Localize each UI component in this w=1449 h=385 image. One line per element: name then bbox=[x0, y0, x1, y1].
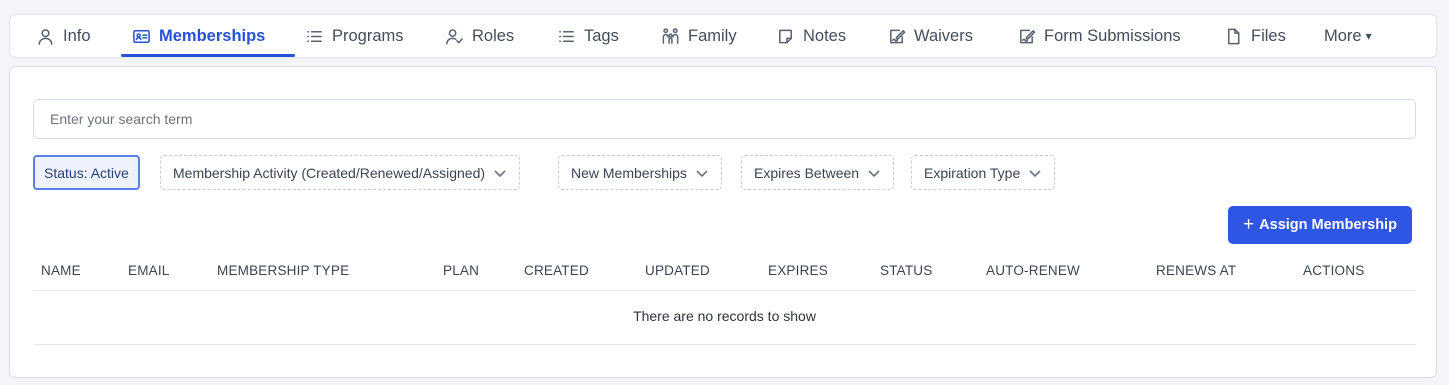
column-header-actions: ACTIONS bbox=[1303, 263, 1365, 278]
chevron-down-icon bbox=[494, 169, 506, 177]
table-bottom-divider bbox=[33, 344, 1416, 345]
tab-waivers[interactable]: Waivers bbox=[886, 15, 973, 57]
filter-label: Expiration Type bbox=[924, 164, 1021, 181]
tab-tags[interactable]: Tags bbox=[556, 15, 619, 57]
signature-icon bbox=[1016, 26, 1036, 46]
tab-label: Family bbox=[688, 26, 737, 45]
tab-memberships[interactable]: Memberships bbox=[131, 15, 265, 57]
tab-more[interactable]: More ▾ bbox=[1324, 15, 1372, 57]
tab-programs[interactable]: Programs bbox=[304, 15, 404, 57]
column-header-membership-type[interactable]: MEMBERSHIP TYPE bbox=[217, 263, 349, 278]
tab-label: Tags bbox=[584, 26, 619, 45]
tab-label: Memberships bbox=[159, 26, 266, 45]
tab-label: Files bbox=[1251, 26, 1286, 45]
tab-label: Form Submissions bbox=[1044, 26, 1181, 45]
column-header-renews-at[interactable]: RENEWS AT bbox=[1156, 263, 1236, 278]
tab-roles[interactable]: Roles bbox=[444, 15, 514, 57]
memberships-panel: Status: Active Membership Activity (Crea… bbox=[9, 66, 1437, 378]
table-header-divider bbox=[33, 290, 1416, 291]
tab-notes[interactable]: Notes bbox=[775, 15, 846, 57]
tab-label: Waivers bbox=[914, 26, 973, 45]
plus-icon: + bbox=[1243, 213, 1255, 235]
assign-membership-label: Assign Membership bbox=[1259, 217, 1397, 233]
list-icon bbox=[556, 26, 576, 46]
tab-label: Programs bbox=[332, 26, 404, 45]
chevron-down-icon bbox=[868, 169, 880, 177]
chevron-down-icon bbox=[1029, 169, 1041, 177]
tab-label: Info bbox=[63, 26, 91, 45]
filter-label: Expires Between bbox=[754, 164, 860, 181]
list-icon bbox=[304, 26, 324, 46]
filter-label: Membership Activity (Created/Renewed/Ass… bbox=[173, 164, 486, 181]
family-icon bbox=[660, 26, 680, 46]
column-header-status[interactable]: STATUS bbox=[880, 263, 932, 278]
filter-label: New Memberships bbox=[571, 164, 687, 181]
search-input[interactable] bbox=[33, 99, 1416, 139]
column-header-created[interactable]: CREATED bbox=[524, 263, 589, 278]
user-icon bbox=[35, 26, 55, 46]
column-header-plan[interactable]: PLAN bbox=[443, 263, 479, 278]
caret-down-icon: ▾ bbox=[1365, 29, 1372, 43]
empty-table-message: There are no records to show bbox=[633, 308, 816, 324]
active-tab-indicator bbox=[121, 54, 295, 57]
filter-membership-activity[interactable]: Membership Activity (Created/Renewed/Ass… bbox=[160, 155, 521, 190]
column-header-updated[interactable]: UPDATED bbox=[645, 263, 710, 278]
filter-label: Status: Active bbox=[44, 164, 129, 181]
assign-membership-button[interactable]: + Assign Membership bbox=[1228, 206, 1412, 244]
note-icon bbox=[775, 26, 795, 46]
filter-expires-between[interactable]: Expires Between bbox=[741, 155, 895, 190]
file-icon bbox=[1223, 26, 1243, 46]
filter-expiration-type[interactable]: Expiration Type bbox=[911, 155, 1056, 190]
column-header-auto-renew[interactable]: AUTO-RENEW bbox=[986, 263, 1080, 278]
tab-form-submissions[interactable]: Form Submissions bbox=[1016, 15, 1181, 57]
tab-family[interactable]: Family bbox=[660, 15, 737, 57]
filter-new-memberships[interactable]: New Memberships bbox=[558, 155, 722, 190]
column-header-expires[interactable]: EXPIRES bbox=[768, 263, 828, 278]
column-header-name[interactable]: NAME bbox=[41, 263, 81, 278]
tab-label: Roles bbox=[472, 26, 515, 45]
signature-icon bbox=[886, 26, 906, 46]
chevron-down-icon bbox=[696, 169, 708, 177]
tab-info[interactable]: Info bbox=[35, 15, 91, 57]
filter-status[interactable]: Status: Active bbox=[33, 155, 140, 190]
column-header-email[interactable]: EMAIL bbox=[128, 263, 170, 278]
id-card-icon bbox=[131, 26, 151, 46]
user-check-icon bbox=[444, 26, 464, 46]
tab-files[interactable]: Files bbox=[1223, 15, 1286, 57]
tab-label: More bbox=[1324, 26, 1362, 45]
tab-label: Notes bbox=[803, 26, 847, 45]
tab-bar: Info Memberships Programs Roles Tags Fam… bbox=[9, 14, 1437, 58]
